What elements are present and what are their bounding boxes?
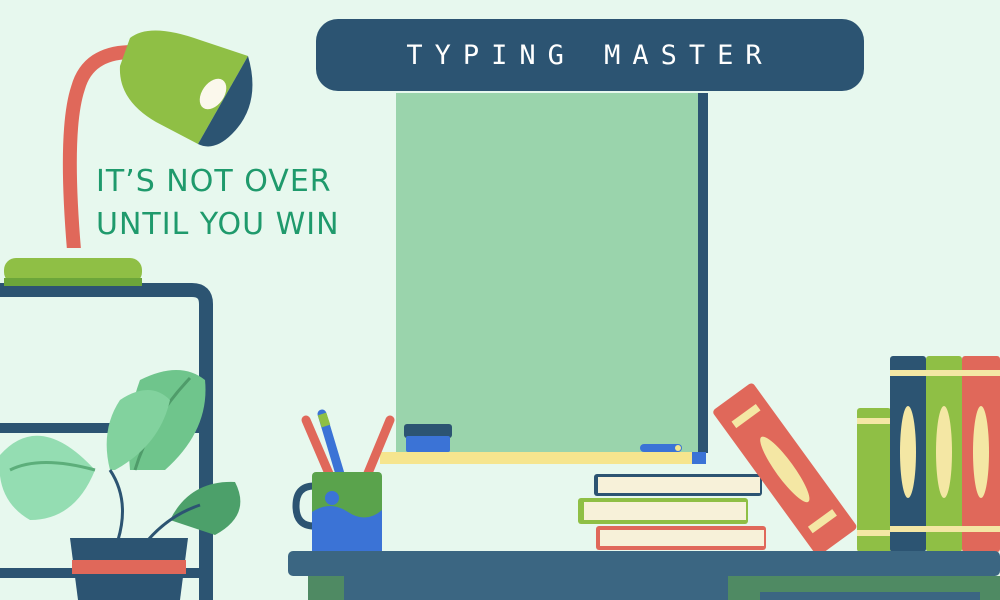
motto-line-1: IT’S NOT OVER — [96, 164, 332, 199]
desk-lamp-icon — [4, 30, 253, 286]
motto-text: IT’S NOT OVER UNTIL YOU WIN — [96, 160, 340, 246]
game-title-banner[interactable]: TYPING MASTER — [316, 19, 864, 91]
chalk-icon — [640, 444, 682, 452]
upright-books — [857, 356, 1000, 552]
motto-line-2: UNTIL YOU WIN — [96, 207, 340, 242]
pencil-cup-icon — [292, 409, 395, 552]
chalkboard-eraser-icon — [404, 424, 452, 452]
book-stack — [578, 474, 766, 550]
game-title: TYPING MASTER — [406, 39, 774, 71]
desk — [288, 551, 1000, 600]
chalkboard — [380, 93, 708, 464]
